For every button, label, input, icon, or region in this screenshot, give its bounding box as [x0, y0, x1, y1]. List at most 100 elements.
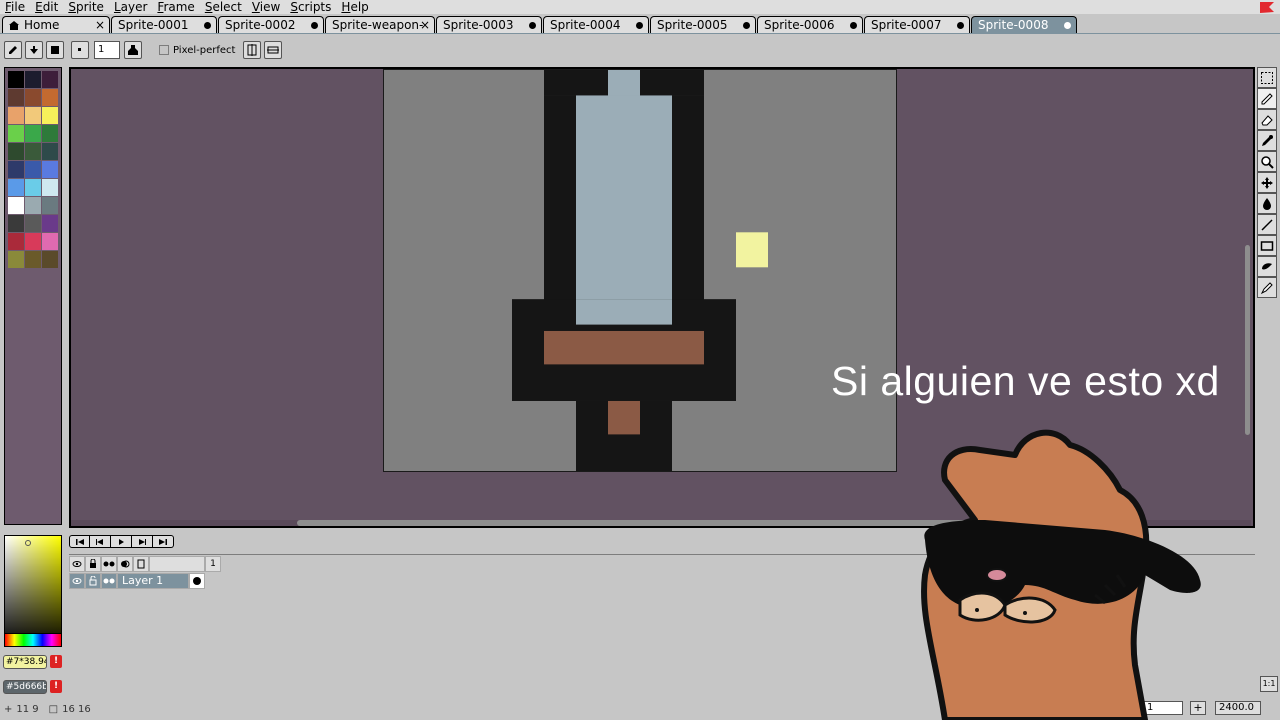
palette-swatch[interactable] — [25, 233, 41, 250]
tab-modified-dot-icon[interactable] — [957, 22, 964, 29]
menu-layer[interactable]: Layer — [109, 0, 152, 14]
palette-swatch[interactable] — [42, 161, 58, 178]
rectangle-tool[interactable] — [1257, 235, 1277, 256]
menu-help[interactable]: Help — [336, 0, 373, 14]
palette-swatch[interactable] — [42, 179, 58, 196]
move-tool[interactable] — [1257, 172, 1277, 193]
eraser-tool[interactable] — [1257, 109, 1277, 130]
tab-modified-dot-icon[interactable] — [311, 22, 318, 29]
horizontal-scroll-thumb[interactable] — [297, 520, 997, 526]
foreground-color-field[interactable]: #7*38.94 — [3, 655, 47, 669]
palette-swatch[interactable] — [8, 161, 24, 178]
play-button[interactable] — [111, 535, 132, 548]
blur-tool[interactable] — [1257, 277, 1277, 298]
zoom-tool[interactable] — [1257, 151, 1277, 172]
palette-swatch[interactable] — [25, 89, 41, 106]
tab-modified-dot-icon[interactable] — [850, 22, 857, 29]
layer-row[interactable]: Layer 1 — [69, 573, 205, 589]
tab-modified-dot-icon[interactable] — [743, 22, 750, 29]
palette-swatch[interactable] — [42, 107, 58, 124]
menu-frame[interactable]: Frame — [152, 0, 199, 14]
cel-frame-1[interactable] — [189, 573, 205, 589]
onion-skin-header-icon[interactable] — [117, 556, 133, 572]
palette-swatch[interactable] — [42, 251, 58, 268]
palette-swatch[interactable] — [42, 233, 58, 250]
tab-close-icon[interactable]: × — [420, 17, 430, 33]
palette-swatch[interactable] — [25, 71, 41, 88]
tab-home[interactable]: Home × — [2, 16, 110, 33]
symmetry-button[interactable] — [243, 41, 262, 59]
line-tool[interactable] — [1257, 214, 1277, 235]
palette-swatch[interactable] — [42, 89, 58, 106]
previous-frame-button[interactable] — [90, 535, 111, 548]
palette-swatch[interactable] — [8, 251, 24, 268]
menu-sprite[interactable]: Sprite — [63, 0, 109, 14]
ink-type-button[interactable] — [124, 41, 142, 59]
tab-sprite[interactable]: Sprite-weapon- × — [325, 16, 435, 33]
fill-tool[interactable] — [1257, 193, 1277, 214]
palette-swatch[interactable] — [25, 197, 41, 214]
brush-pixel-button[interactable] — [71, 41, 89, 59]
palette-swatch[interactable] — [8, 197, 24, 214]
palette-swatch[interactable] — [42, 71, 58, 88]
palette-swatch[interactable] — [25, 161, 41, 178]
tab-sprite[interactable]: Sprite-0008 — [971, 16, 1077, 33]
menu-select[interactable]: Select — [200, 0, 247, 14]
lock-header-icon[interactable] — [85, 556, 101, 572]
tab-modified-dot-icon[interactable] — [529, 22, 536, 29]
palette-swatch[interactable] — [8, 179, 24, 196]
contour-tool[interactable] — [1257, 256, 1277, 277]
next-frame-button[interactable] — [132, 535, 153, 548]
tab-modified-dot-icon[interactable] — [636, 22, 643, 29]
tab-sprite[interactable]: Sprite-0006 — [757, 16, 863, 33]
palette-swatch[interactable] — [8, 125, 24, 142]
tab-close-icon[interactable]: × — [95, 17, 105, 33]
color-selector-ring[interactable] — [25, 540, 31, 546]
palette-swatch[interactable] — [25, 125, 41, 142]
background-color-field[interactable]: #5d666b — [3, 680, 47, 694]
palette-swatch[interactable] — [42, 215, 58, 232]
palette-swatch[interactable] — [25, 143, 41, 160]
menu-scripts[interactable]: Scripts — [285, 0, 336, 14]
pencil-tool[interactable] — [1257, 88, 1277, 109]
layer-name[interactable]: Layer 1 — [117, 573, 189, 589]
eyedropper-tool[interactable] — [1257, 130, 1277, 151]
tab-modified-dot-icon[interactable] — [204, 22, 211, 29]
frame-number-header[interactable]: 1 — [205, 556, 221, 572]
palette-swatch[interactable] — [8, 233, 24, 250]
color-spectrum[interactable] — [4, 535, 62, 647]
visibility-header-icon[interactable] — [69, 556, 85, 572]
tab-modified-dot-icon[interactable] — [1064, 22, 1071, 29]
palette-swatch[interactable] — [42, 125, 58, 142]
palette-swatch[interactable] — [8, 89, 24, 106]
brush-square-button[interactable] — [46, 41, 64, 59]
tab-sprite[interactable]: Sprite-0007 — [864, 16, 970, 33]
sprite-canvas[interactable] — [383, 69, 897, 472]
layer-options-header-icon[interactable] — [133, 556, 149, 572]
palette-swatch[interactable] — [8, 215, 24, 232]
palette-swatch[interactable] — [25, 215, 41, 232]
layer-continuous-icon[interactable] — [101, 573, 117, 589]
palette-swatch[interactable] — [25, 179, 41, 196]
vertical-scroll-thumb[interactable] — [1245, 245, 1250, 435]
menu-edit[interactable]: Edit — [30, 0, 63, 14]
last-frame-button[interactable] — [153, 535, 174, 548]
reset-zoom-button[interactable]: 1:1 — [1260, 676, 1278, 692]
palette-swatch[interactable] — [42, 143, 58, 160]
pixel-perfect-checkbox[interactable] — [159, 45, 169, 55]
palette-swatch[interactable] — [25, 107, 41, 124]
layer-lock-icon[interactable] — [85, 573, 101, 589]
palette-swatch[interactable] — [8, 71, 24, 88]
palette-swatch[interactable] — [8, 107, 24, 124]
menu-file[interactable]: File — [0, 0, 30, 14]
zoom-field[interactable]: 2400.0 — [1215, 701, 1261, 715]
menu-view[interactable]: View — [247, 0, 285, 14]
hue-slider[interactable] — [4, 633, 62, 647]
tab-sprite[interactable]: Sprite-0005 — [650, 16, 756, 33]
palette-swatch[interactable] — [8, 143, 24, 160]
continuous-header-icon[interactable] — [101, 556, 117, 572]
palette-swatch[interactable] — [42, 197, 58, 214]
tab-sprite[interactable]: Sprite-0004 — [543, 16, 649, 33]
tiled-mode-button[interactable] — [264, 41, 283, 59]
first-frame-button[interactable] — [69, 535, 90, 548]
